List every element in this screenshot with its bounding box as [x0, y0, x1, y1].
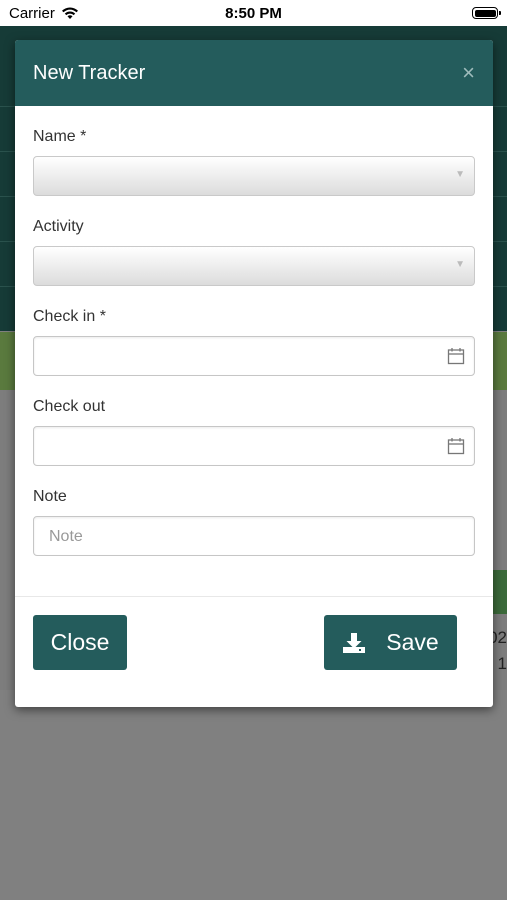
new-tracker-modal: New Tracker × Name * ▼ Activity ▼ Check …: [15, 40, 493, 707]
note-input[interactable]: Note: [33, 516, 475, 556]
clock: 8:50 PM: [225, 5, 282, 22]
background-text: 1: [497, 654, 507, 673]
chevron-down-icon: ▼: [455, 169, 465, 180]
download-icon: [343, 632, 366, 653]
calendar-icon[interactable]: [447, 437, 465, 455]
modal-title: New Tracker: [33, 62, 146, 84]
name-field-group: Name * ▼: [33, 128, 475, 196]
chevron-down-icon: ▼: [455, 259, 465, 270]
save-button-label: Save: [386, 629, 439, 655]
note-field-group: Note Note: [33, 488, 475, 556]
activity-label: Activity: [33, 218, 84, 235]
name-label: Name *: [33, 128, 87, 145]
close-button[interactable]: Close: [33, 615, 127, 670]
modal-footer-divider: [15, 596, 493, 597]
check-out-label: Check out: [33, 398, 106, 415]
check-in-field-group: Check in *: [33, 308, 475, 376]
save-button[interactable]: Save: [324, 615, 457, 670]
check-in-input[interactable]: [33, 336, 475, 376]
note-label: Note: [33, 488, 67, 505]
modal-header: New Tracker ×: [15, 40, 493, 106]
check-out-field-group: Check out: [33, 398, 475, 466]
activity-field-group: Activity ▼: [33, 218, 475, 286]
close-button-label: Close: [50, 629, 110, 655]
note-placeholder: Note: [49, 528, 83, 545]
activity-select[interactable]: ▼: [33, 246, 475, 286]
modal-body: Name * ▼ Activity ▼ Check in * Check out…: [15, 106, 493, 556]
battery-icon: [472, 7, 501, 19]
check-in-label: Check in *: [33, 308, 106, 325]
status-bar: Carrier 8:50 PM: [0, 0, 507, 26]
close-icon[interactable]: ×: [462, 60, 475, 86]
name-select[interactable]: ▼: [33, 156, 475, 196]
check-out-input[interactable]: [33, 426, 475, 466]
calendar-icon[interactable]: [447, 347, 465, 365]
